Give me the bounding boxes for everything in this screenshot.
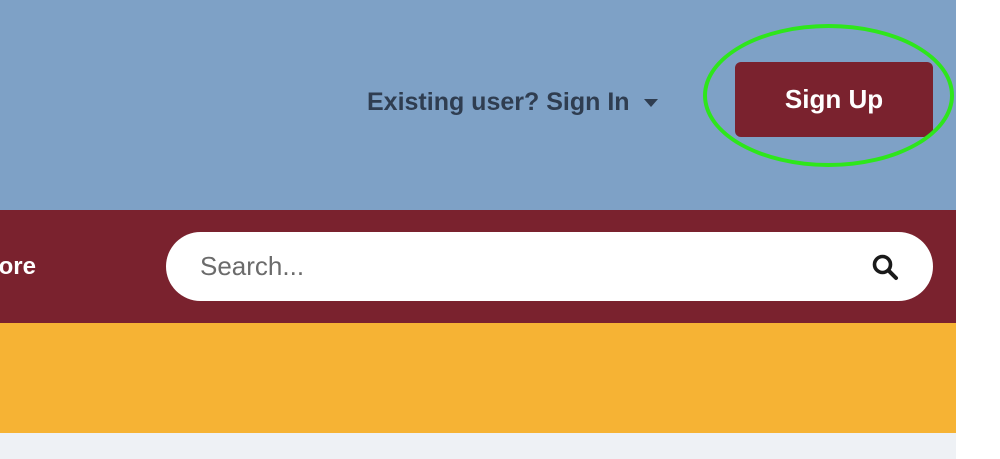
page: Existing user? Sign In Sign Up More [0, 0, 956, 459]
nav-item-label: More [0, 253, 36, 280]
sign-up-button[interactable]: Sign Up [735, 62, 933, 137]
sign-in-dropdown[interactable]: Existing user? Sign In [367, 84, 658, 120]
site-header: Existing user? Sign In Sign Up [0, 0, 956, 210]
main-nav-bar: More [0, 210, 956, 323]
promo-banner [0, 323, 956, 433]
caret-down-icon [643, 99, 658, 107]
search-icon[interactable] [870, 252, 900, 282]
page-body [0, 433, 956, 459]
sign-in-label: Existing user? Sign In [367, 87, 630, 116]
search-box [166, 232, 933, 301]
nav-item-more[interactable]: More [0, 252, 36, 282]
search-input[interactable] [200, 232, 840, 301]
